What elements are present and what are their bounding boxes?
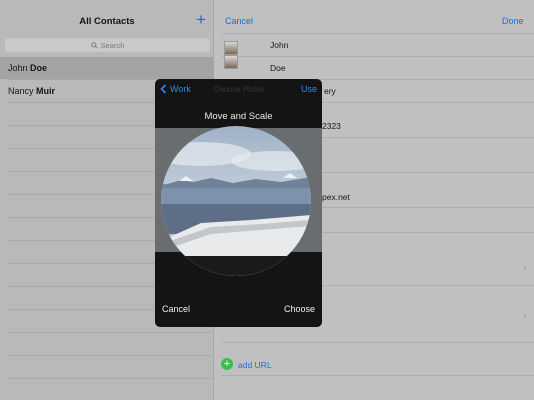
done-button[interactable]: Done [502, 16, 524, 26]
contact-photo-thumbnail[interactable] [224, 55, 238, 69]
popover-title: Move and Scale [204, 111, 273, 122]
chevron-left-icon [160, 84, 167, 94]
contact-row-john-doe[interactable]: John Doe [0, 57, 214, 79]
chevron-right-icon[interactable]: › [523, 262, 526, 272]
use-button[interactable]: Use [301, 84, 317, 94]
detail-divider [222, 56, 534, 57]
contact-first-name: Nancy [8, 86, 34, 96]
phone-field[interactable]: 2323 [322, 121, 341, 131]
contact-first-name: John [8, 63, 28, 73]
chevron-right-icon[interactable]: › [523, 310, 526, 320]
list-divider [8, 355, 214, 356]
add-url-icon[interactable]: + [221, 358, 233, 370]
list-divider [8, 378, 214, 379]
last-name-field[interactable]: Doe [270, 63, 286, 73]
search-icon [90, 41, 98, 49]
crop-circle[interactable] [161, 126, 311, 276]
airplane-window-photo [161, 126, 311, 276]
first-name-field[interactable]: John [270, 40, 288, 50]
back-label: Work [170, 84, 191, 94]
sidebar-title: All Contacts [79, 16, 135, 27]
email-field[interactable]: pex.net [322, 192, 350, 202]
detail-divider [222, 33, 534, 34]
detail-divider [222, 342, 534, 343]
choose-button[interactable]: Choose [284, 304, 315, 314]
search-placeholder: Search [100, 40, 125, 50]
company-field[interactable]: ery [324, 86, 336, 96]
cancel-button[interactable]: Cancel [225, 16, 253, 26]
add-url-button[interactable]: add URL [238, 360, 272, 370]
list-divider [8, 332, 214, 333]
work-back-button[interactable]: Work [160, 84, 191, 94]
detail-divider [222, 375, 534, 376]
popover-cancel-button[interactable]: Cancel [162, 304, 190, 314]
add-contact-button[interactable]: + [193, 11, 209, 29]
contact-last-name: Doe [30, 63, 48, 73]
move-and-scale-popover: Choose Photo Work Use Move and Scale Can… [155, 79, 322, 327]
plus-icon: + [196, 10, 206, 29]
contact-photo-thumbnail[interactable] [224, 41, 238, 55]
sidebar-header: All Contacts + [0, 0, 214, 34]
contact-last-name: Muir [36, 86, 56, 96]
search-field[interactable]: Search [5, 38, 210, 52]
